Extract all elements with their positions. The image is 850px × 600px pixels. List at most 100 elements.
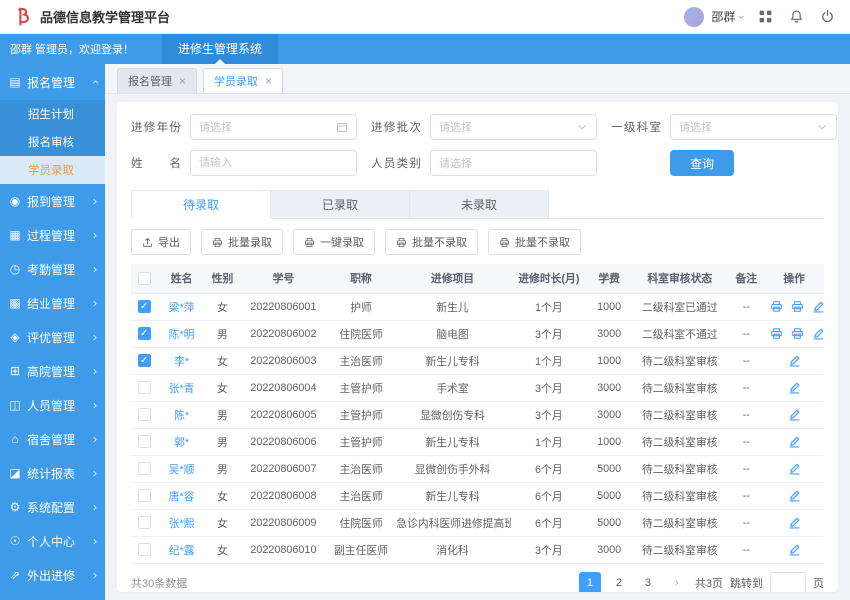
sidebar-subitem[interactable]: 报名审核	[0, 128, 105, 156]
cell-gender: 男	[205, 320, 240, 348]
sidebar-item[interactable]: ◫ 人员管理 ›	[0, 388, 105, 422]
batch-reject-button[interactable]: 批量不录取	[385, 229, 478, 255]
close-icon[interactable]: ×	[179, 75, 186, 87]
edit-icon[interactable]	[788, 516, 801, 529]
cell-name: 唐*容	[157, 482, 206, 510]
batch-admit-button[interactable]: 批量录取	[201, 229, 283, 255]
print-icon[interactable]	[770, 300, 783, 313]
edit-icon[interactable]	[788, 543, 801, 556]
column-header: 备注	[728, 264, 765, 294]
print-icon	[304, 237, 315, 248]
close-icon[interactable]: ×	[265, 75, 272, 87]
one-click-admit-button[interactable]: 一键录取	[293, 229, 375, 255]
row-checkbox[interactable]	[137, 543, 151, 556]
query-button[interactable]: 查询	[670, 150, 735, 176]
row-checkbox[interactable]	[137, 462, 151, 475]
cell-student_no: 20220806007	[239, 455, 328, 483]
type-select[interactable]: 请选择	[430, 150, 597, 176]
sidebar-item[interactable]: ⚙ 系统配置 ›	[0, 490, 105, 524]
row-checkbox[interactable]	[137, 435, 151, 448]
cell-fee: 3000	[586, 374, 632, 402]
export-button[interactable]: 导出	[131, 229, 191, 255]
cell-status: 待二级科室审核	[631, 455, 729, 483]
user-menu[interactable]: 邵群 ›	[711, 8, 747, 25]
view-tab[interactable]: 学员录取 ×	[203, 68, 284, 93]
print-icon[interactable]	[791, 300, 804, 313]
sidebar-item[interactable]: ▩ 结业管理 ›	[0, 286, 105, 320]
batch-select[interactable]: 请选择	[430, 114, 597, 140]
sidebar-item[interactable]: ⌂ 宿舍管理 ›	[0, 422, 105, 456]
view-tab-label: 报名管理	[128, 76, 172, 88]
year-picker[interactable]: 请选择	[190, 114, 357, 140]
table-footer: 共30条数据 1 2 3 › 共3页 跳转到 页	[131, 571, 824, 593]
sidebar-item[interactable]: ▤ 报名管理 ›	[0, 64, 105, 100]
cell-duration: 3个月	[510, 401, 587, 429]
sidebar-item[interactable]: ◷ 考勤管理 ›	[0, 252, 105, 286]
jump-page-input[interactable]	[770, 571, 806, 592]
main-area: 报名管理 × 学员录取 × 进修年份 请选择 进修批次 请选择 一级科室 请选择…	[105, 64, 850, 600]
column-header: 姓名	[157, 264, 206, 294]
edit-icon[interactable]	[788, 408, 801, 421]
sidebar-item[interactable]: ⇗ 外出进修 ›	[0, 558, 105, 592]
page-button[interactable]: 2	[608, 572, 630, 593]
dept-select[interactable]: 请选择	[670, 114, 837, 140]
sidebar-item[interactable]: ◪ 统计报表 ›	[0, 456, 105, 490]
row-checkbox[interactable]	[137, 516, 151, 529]
row-checkbox[interactable]	[137, 381, 151, 394]
apps-icon[interactable]	[758, 9, 774, 25]
sidebar-item-label: 评优管理	[27, 330, 76, 345]
power-icon[interactable]	[820, 9, 836, 25]
row-checkbox[interactable]	[137, 408, 151, 421]
sidebar-item[interactable]: ▦ 过程管理 ›	[0, 218, 105, 252]
sidebar-item[interactable]: ◉ 报到管理 ›	[0, 184, 105, 218]
sidebar-subitem[interactable]: 学员录取	[0, 156, 105, 184]
page-button[interactable]: 1	[578, 571, 601, 592]
system-tab[interactable]: 进修生管理系统	[162, 34, 279, 64]
app-logo-icon	[14, 7, 33, 26]
status-tab[interactable]: 待录取	[131, 190, 271, 219]
table-row: 唐*容女 20220806008 主治医师 新生儿专科 6个月 5000 待二级科室审核 --	[131, 482, 824, 510]
page-button[interactable]: 3	[637, 572, 659, 593]
enroll-icon: ▤	[9, 75, 21, 89]
user-avatar[interactable]	[684, 6, 705, 27]
table-row: 张*熙女 20220806009 住院医师 急诊内科医师进修提高班 6个月 5000 待二级…	[131, 509, 824, 537]
action-label: 导出	[158, 237, 180, 249]
row-checkbox[interactable]: ✓	[137, 327, 151, 340]
status-tabs: 待录取 已录取 未录取	[131, 190, 824, 219]
attendance-icon: ◷	[9, 262, 21, 276]
name-input[interactable]	[190, 150, 357, 176]
edit-icon[interactable]	[788, 435, 801, 448]
cell-title: 主管护师	[327, 428, 395, 456]
filter-type: 人员类别 请选择	[371, 150, 597, 176]
cell-duration: 3个月	[510, 374, 587, 402]
next-page-button[interactable]: ›	[666, 572, 688, 593]
filter-name: 姓名	[131, 150, 357, 176]
cell-fee: 1000	[586, 293, 632, 321]
print-icon[interactable]	[791, 327, 804, 340]
sidebar-item[interactable]: ⊞ 高院管理 ›	[0, 354, 105, 388]
bell-icon[interactable]	[789, 9, 805, 25]
batch-reject-button-2[interactable]: 批量不录取	[488, 229, 581, 255]
print-icon[interactable]	[770, 327, 783, 340]
table-row: 郭* 男 20220806006 主管护师 新生儿专科 1个月 1000 待二级科室审核 --	[131, 428, 824, 456]
cell-gender: 男	[205, 401, 240, 429]
edit-icon[interactable]	[788, 381, 801, 394]
status-tab[interactable]: 未录取	[409, 190, 549, 219]
row-checkbox[interactable]	[137, 489, 151, 502]
edit-icon[interactable]	[788, 489, 801, 502]
edit-icon[interactable]	[788, 462, 801, 475]
sidebar-item[interactable]: ◈ 评优管理 ›	[0, 320, 105, 354]
row-checkbox[interactable]: ✓	[137, 300, 151, 313]
action-label: 批量不录取	[515, 237, 570, 249]
status-tab[interactable]: 已录取	[270, 190, 410, 219]
row-checkbox[interactable]: ✓	[137, 354, 151, 367]
sidebar-subitem[interactable]: 招生计划	[0, 100, 105, 128]
edit-icon[interactable]	[812, 327, 824, 340]
sidebar-item[interactable]: ☉ 个人中心 ›	[0, 524, 105, 558]
sidebar-item-label: 宿舍管理	[27, 432, 76, 447]
edit-icon[interactable]	[812, 300, 824, 313]
cell-gender: 女	[205, 293, 240, 321]
edit-icon[interactable]	[788, 354, 801, 367]
select-all-checkbox[interactable]	[137, 271, 151, 285]
view-tab[interactable]: 报名管理 ×	[117, 68, 198, 93]
